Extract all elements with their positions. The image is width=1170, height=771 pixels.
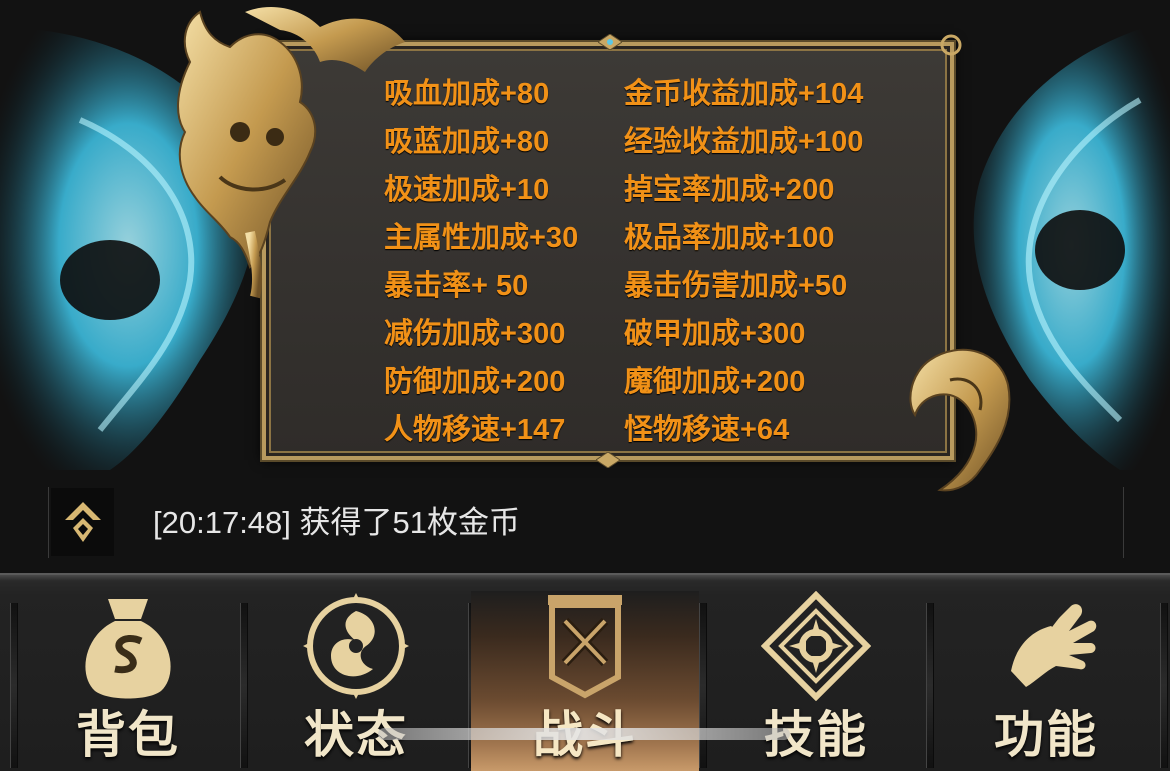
stat-left-5: 暴击率+ 50 [384, 270, 529, 302]
stat-left-7: 防御加成+200 [384, 366, 566, 398]
nav-tab-skills[interactable]: 技能 [702, 591, 930, 771]
stat-right-2: 经验收益加成+100 [624, 126, 864, 158]
money-bag-icon [85, 599, 171, 699]
panel-corner-ornament-icon [940, 34, 962, 56]
stat-left-8: 人物移速+147 [384, 414, 566, 446]
skill-diamond-icon [761, 591, 871, 701]
chat-channel-icon[interactable] [51, 488, 114, 556]
stat-right-4: 极品率加成+100 [624, 222, 835, 254]
stats-bonus-panel: 吸血加成+80 金币收益加成+104 吸蓝加成+80 经验收益加成+100 极速… [260, 34, 962, 468]
nav-divider [1160, 603, 1168, 768]
stat-left-2: 吸蓝加成+80 [384, 126, 550, 158]
chat-message: [20:17:48] 获得了51枚金币 [153, 505, 520, 540]
stat-left-1: 吸血加成+80 [384, 78, 550, 110]
chat-log[interactable]: [20:17:48] 获得了51枚金币 [48, 487, 1124, 558]
stats-list: 吸血加成+80 金币收益加成+104 吸蓝加成+80 经验收益加成+100 极速… [384, 70, 930, 454]
home-indicator-bar[interactable] [378, 728, 790, 740]
nav-tab-status[interactable]: 状态 [242, 591, 470, 771]
bottom-nav-bar: 背包 状态 战斗 技能 [0, 573, 1170, 771]
stat-right-5: 暴击伤害加成+50 [624, 270, 848, 302]
nav-tab-functions[interactable]: 功能 [932, 591, 1160, 771]
stat-right-3: 掉宝率加成+200 [624, 174, 835, 206]
panel-top-ornament-icon [598, 34, 622, 50]
nav-tab-battle[interactable]: 战斗 [471, 591, 699, 771]
panel-bottom-ornament-icon [596, 452, 620, 468]
swirl-emblem-icon [303, 593, 409, 699]
blue-flame-left-decoration [0, 20, 257, 470]
stat-left-4: 主属性加成+30 [384, 222, 579, 254]
stat-left-3: 极速加成+10 [384, 174, 550, 206]
nav-tab-bag[interactable]: 背包 [14, 591, 242, 771]
stat-left-6: 减伤加成+300 [384, 318, 566, 350]
crossed-swords-banner-icon [548, 595, 622, 699]
stat-right-6: 破甲加成+300 [624, 318, 806, 350]
stat-right-8: 怪物移速+64 [624, 414, 790, 446]
hand-icon [1011, 604, 1097, 687]
nav-tab-functions-label: 功能 [994, 706, 1098, 764]
stat-right-1: 金币收益加成+104 [624, 78, 864, 110]
nav-tab-bag-label: 背包 [76, 706, 180, 764]
stat-right-7: 魔御加成+200 [624, 366, 806, 398]
